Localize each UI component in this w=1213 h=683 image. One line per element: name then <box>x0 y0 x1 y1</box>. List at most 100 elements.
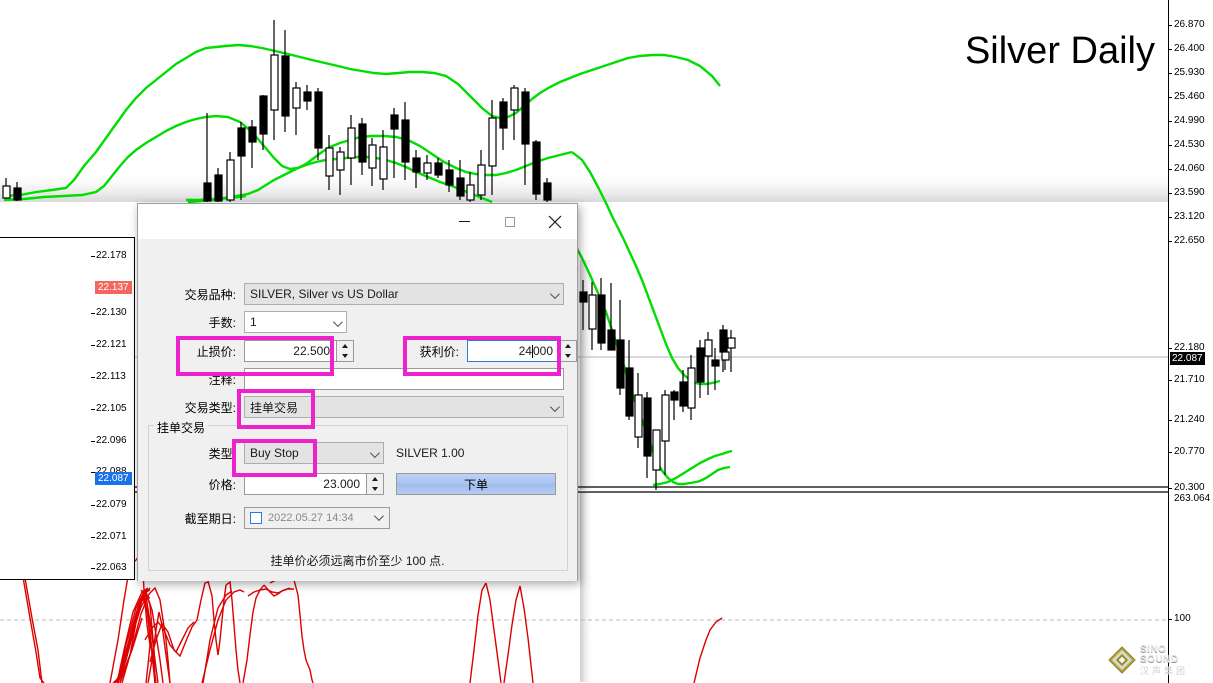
pending-price-stepper[interactable] <box>367 473 384 495</box>
tick-price-label: 22.096 <box>91 435 127 446</box>
comment-label: 注释: <box>208 372 236 387</box>
takeprofit-stepper-up[interactable] <box>560 341 576 351</box>
price-tick: 26.870 <box>1169 19 1205 30</box>
takeprofit-row: 获利价: 24 000 <box>403 340 577 362</box>
pending-price-stepper-up[interactable] <box>367 474 383 484</box>
ask-price-badge: 22.137 <box>95 281 132 294</box>
price-tick: 24.530 <box>1169 139 1205 150</box>
stoploss-input[interactable]: 22.500 <box>244 340 337 362</box>
price-tick: 25.460 <box>1169 91 1205 102</box>
ordertype-label: 交易类型: <box>184 400 236 415</box>
stoploss-value: 22.500 <box>293 344 330 358</box>
stoploss-stepper-up[interactable] <box>337 341 353 351</box>
minimize-icon <box>459 221 470 222</box>
price-tick: 21.710 <box>1169 374 1205 385</box>
takeprofit-label: 获利价: <box>419 344 459 359</box>
diamond-logo-icon <box>1108 646 1136 674</box>
ordertype-row: 交易类型: 挂单交易 <box>160 396 564 418</box>
expiry-datefield[interactable]: 2022.05.27 14:34 <box>244 507 390 529</box>
min-distance-hint: 挂单价必须远离市价至少 100 点. <box>270 554 445 568</box>
stoploss-stepper[interactable] <box>337 340 354 362</box>
trading-terminal-screen: Silver Daily 22.178 22.137 22.130 22.121… <box>0 0 1213 683</box>
takeprofit-input[interactable]: 24 000 <box>467 340 560 362</box>
stoploss-spinner-group[interactable]: 22.500 <box>244 340 354 362</box>
pending-type-value: Buy Stop <box>250 446 299 460</box>
broker-logo: SINO SOUND 汉声集团 <box>1108 644 1203 676</box>
arrow-down-icon <box>372 487 378 491</box>
chevron-down-icon[interactable] <box>373 511 384 522</box>
bid-price-badge: 22.087 <box>95 472 132 485</box>
volume-row: 手数: 1 <box>160 311 347 333</box>
pending-price-input[interactable]: 23.000 <box>244 473 367 495</box>
dialog-body: 交易品种: SILVER, Silver vs US Dollar 手数: 1 … <box>138 239 577 581</box>
logo-text-block: SINO SOUND 汉声集团 <box>1140 644 1203 676</box>
chevron-down-icon <box>332 317 343 328</box>
comment-row: 注释: <box>160 368 564 390</box>
place-order-label: 下单 <box>463 477 488 492</box>
maximize-button[interactable] <box>487 204 532 239</box>
price-tick: 20.770 <box>1169 446 1205 457</box>
comment-input[interactable] <box>244 368 564 390</box>
pending-price-row: 价格: 23.000 下单 <box>160 473 556 495</box>
dialog-titlebar[interactable] <box>138 204 577 239</box>
indicator-scale-tick: 100 <box>1169 613 1191 624</box>
volume-value: 1 <box>250 315 257 329</box>
chart-title-watermark: Silver Daily <box>964 30 1155 72</box>
pending-type-label: 类型: <box>208 446 236 461</box>
price-tick: 24.060 <box>1169 163 1205 174</box>
chevron-down-icon <box>369 448 380 459</box>
tick-price-label: 22.113 <box>91 371 126 382</box>
price-tick: 21.240 <box>1169 414 1205 425</box>
close-button[interactable] <box>532 204 577 239</box>
maximize-icon <box>504 216 515 227</box>
expiry-label: 截至期日: <box>184 511 236 526</box>
expiry-value: 2022.05.27 14:34 <box>268 512 354 524</box>
symbol-combobox[interactable]: SILVER, Silver vs US Dollar <box>244 283 564 305</box>
price-scale[interactable]: 26.870 26.400 25.930 25.460 24.990 24.53… <box>1168 0 1213 683</box>
pending-order-group-title: 挂单交易 <box>154 419 209 436</box>
tick-price-label: 22.071 <box>91 531 127 542</box>
price-tick: 24.990 <box>1169 115 1205 126</box>
chevron-down-icon <box>549 289 560 300</box>
close-icon <box>548 215 561 228</box>
chevron-down-icon <box>549 402 560 413</box>
expiry-row: 截至期日: 2022.05.27 14:34 <box>160 507 390 529</box>
place-order-button[interactable]: 下单 <box>396 473 556 495</box>
symbol-value: SILVER, Silver vs US Dollar <box>250 287 399 301</box>
ordertype-combobox[interactable]: 挂单交易 <box>244 396 564 418</box>
takeprofit-stepper[interactable] <box>560 340 577 362</box>
minimize-button[interactable] <box>442 204 487 239</box>
takeprofit-value-pre: 24 <box>518 344 532 358</box>
price-tick: 23.120 <box>1169 211 1205 222</box>
pending-type-combobox[interactable]: Buy Stop <box>244 442 384 464</box>
takeprofit-spinner-group[interactable]: 24 000 <box>467 340 577 362</box>
volume-label: 手数: <box>208 315 236 330</box>
pending-price-spinner-group[interactable]: 23.000 <box>244 473 384 495</box>
tick-price-label: 22.063 <box>91 562 127 573</box>
pending-price-value: 23.000 <box>323 477 360 491</box>
stoploss-label: 止损价: <box>196 344 236 359</box>
takeprofit-value-post: 000 <box>532 344 553 358</box>
new-order-dialog[interactable]: 交易品种: SILVER, Silver vs US Dollar 手数: 1 … <box>137 203 578 581</box>
price-tick: 25.930 <box>1169 67 1205 78</box>
arrow-up-icon <box>342 344 348 348</box>
pending-type-row: 类型: Buy Stop SILVER 1.00 <box>160 442 464 464</box>
tick-price-label: 22.178 <box>91 250 127 261</box>
volume-combobox[interactable]: 1 <box>244 311 347 333</box>
pending-side-info: SILVER 1.00 <box>396 446 465 460</box>
expiry-checkbox[interactable] <box>250 512 262 524</box>
symbol-label: 交易品种: <box>184 287 236 302</box>
price-tick: 26.400 <box>1169 43 1205 54</box>
stoploss-row: 止损价: 22.500 <box>160 340 354 362</box>
arrow-up-icon <box>565 344 571 348</box>
price-tick: 20.300 <box>1169 482 1205 493</box>
takeprofit-stepper-down[interactable] <box>560 351 576 361</box>
pending-price-label: 价格: <box>208 477 236 492</box>
symbol-row: 交易品种: SILVER, Silver vs US Dollar <box>160 283 564 305</box>
arrow-down-icon <box>342 354 348 358</box>
price-tick: 22.650 <box>1169 235 1205 246</box>
tick-price-label: 22.079 <box>91 499 127 510</box>
logo-name-cn: 汉声集团 <box>1140 665 1189 676</box>
pending-price-stepper-down[interactable] <box>367 484 383 494</box>
stoploss-stepper-down[interactable] <box>337 351 353 361</box>
